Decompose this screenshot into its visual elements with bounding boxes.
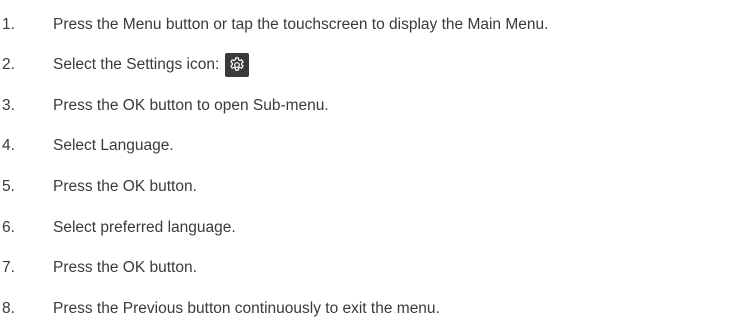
list-item-step-4: 4. Select Language. — [0, 126, 742, 167]
step-text: Press the Menu button or tap the touchsc… — [53, 15, 549, 33]
step-number: 4. — [2, 137, 15, 155]
step-text: Select preferred language. — [53, 218, 236, 236]
list-item-step-3: 3. Press the OK button to open Sub-menu. — [0, 85, 742, 126]
list-item-step-6: 6. Select preferred language. — [0, 207, 742, 248]
step-text-with-icon: Select the Settings icon: — [53, 52, 250, 77]
step-number: 3. — [2, 96, 15, 114]
step-number: 6. — [2, 218, 15, 236]
list-item-step-5: 5. Press the OK button. — [0, 166, 742, 207]
step-text: Press the OK button. — [53, 259, 197, 277]
settings-gear-icon — [225, 52, 250, 77]
step-text: Press the Previous button continuously t… — [53, 299, 440, 317]
step-text: Press the OK button. — [53, 177, 197, 195]
step-number: 2. — [2, 56, 15, 74]
step-number: 7. — [2, 259, 15, 277]
step-number: 1. — [2, 15, 15, 33]
step-text: Select the Settings icon: — [53, 56, 220, 74]
list-item-step-2: 2. Select the Settings icon: — [0, 45, 742, 86]
step-text: Press the OK button to open Sub-menu. — [53, 96, 329, 114]
list-item-step-1: 1. Press the Menu button or tap the touc… — [0, 4, 742, 45]
step-text: Select Language. — [53, 137, 174, 155]
step-number: 5. — [2, 177, 15, 195]
step-number: 8. — [2, 299, 15, 317]
instruction-steps-list: 1. Press the Menu button or tap the touc… — [0, 4, 742, 329]
list-item-step-8: 8. Press the Previous button continuousl… — [0, 288, 742, 329]
list-item-step-7: 7. Press the OK button. — [0, 248, 742, 289]
